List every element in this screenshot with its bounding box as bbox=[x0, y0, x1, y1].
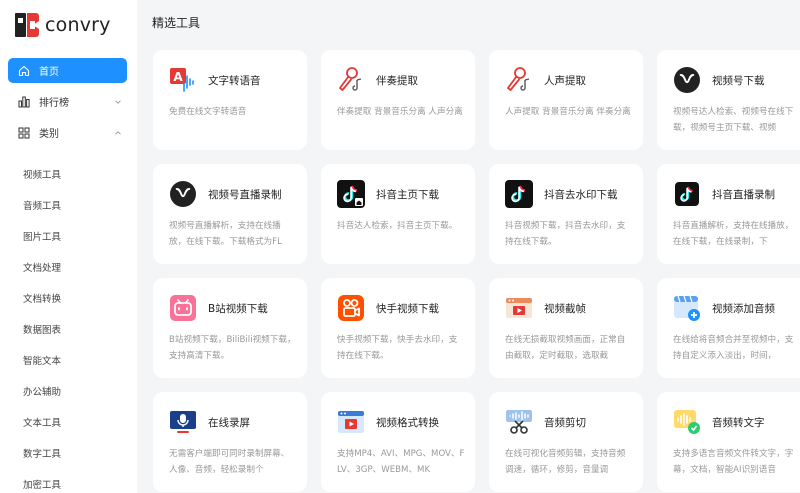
card-title: 视频格式转换 bbox=[376, 417, 439, 429]
channels-icon bbox=[673, 66, 701, 94]
tool-card[interactable]: 视频截帧 在线无损截取视频画面，正常自由截取，定时截取，选取截 bbox=[489, 278, 643, 378]
tiktok-home-icon bbox=[337, 180, 365, 208]
video-add-audio-icon bbox=[673, 294, 701, 322]
home-icon bbox=[17, 64, 30, 77]
nav-category[interactable]: 类别 bbox=[8, 120, 127, 145]
channels-icon bbox=[169, 180, 197, 208]
card-desc: 在线给将音频合并至视频中，支持自定义添入淡出，时间， bbox=[673, 335, 794, 361]
card-title: 文字转语音 bbox=[208, 75, 261, 87]
category-item[interactable]: 文本工具 bbox=[0, 406, 137, 437]
card-desc: 无需客户端即可同时录制屏幕、人像、音频，轻松录制个 bbox=[169, 449, 290, 475]
tool-card[interactable]: 在线录屏 无需客户端即可同时录制屏幕、人像、音频，轻松录制个 bbox=[153, 392, 307, 492]
category-item[interactable]: 文档处理 bbox=[0, 251, 137, 282]
card-desc: 抖音达人检索，抖音主页下载。 bbox=[337, 221, 458, 231]
text-to-speech-icon: A bbox=[169, 66, 197, 94]
logo[interactable]: convry bbox=[14, 10, 111, 40]
section-title: 精选工具 bbox=[152, 16, 201, 30]
convry-logo-icon bbox=[14, 12, 40, 38]
card-desc: 人声提取 背景音乐分离 伴奏分离 bbox=[505, 107, 631, 117]
tool-card[interactable]: 音频转文字 支持多语言音频文件转文字，字幕，文档，智能AI识别语音 bbox=[657, 392, 800, 492]
card-desc: 伴奏提取 背景音乐分离 人声分离 bbox=[337, 107, 463, 117]
card-desc: 快手视频下载，快手去水印，支持在线下载。 bbox=[337, 335, 458, 361]
brand-name: convry bbox=[45, 14, 111, 36]
microphone-icon bbox=[505, 66, 533, 94]
card-desc: 支持多语言音频文件转文字，字幕，文档，智能AI识别语音 bbox=[673, 449, 794, 475]
nav-home-label: 首页 bbox=[39, 67, 59, 78]
tool-card[interactable]: 视频号直播录制 视频号直播解析，支持在线播放，在线下载。下载格式为FL bbox=[153, 164, 307, 264]
tool-card[interactable]: 音频剪切 在线可视化音频剪辑，支持音频调速，循环，修剪，音量调 bbox=[489, 392, 643, 492]
sidebar: convry 首页 排行榜 类别 视频工具 音频工具 图片工具 文档处理 文档转… bbox=[0, 0, 137, 493]
card-title: 抖音去水印下载 bbox=[544, 189, 618, 201]
main-nav: 首页 排行榜 类别 bbox=[8, 58, 127, 151]
card-title: 伴奏提取 bbox=[376, 75, 418, 87]
category-item[interactable]: 智能文本 bbox=[0, 344, 137, 375]
nav-category-label: 类别 bbox=[39, 129, 59, 140]
nav-ranking[interactable]: 排行榜 bbox=[8, 89, 127, 114]
tool-card[interactable]: 快手视频下载 快手视频下载，快手去水印，支持在线下载。 bbox=[321, 278, 475, 378]
tool-card[interactable]: 伴奏提取 伴奏提取 背景音乐分离 人声分离 bbox=[321, 50, 475, 150]
tool-card[interactable]: 视频格式转换 支持MP4、AVI、MPG、MOV、FLV、3GP、WEBM、MK bbox=[321, 392, 475, 492]
card-title: B站视频下载 bbox=[208, 303, 268, 315]
video-convert-icon bbox=[337, 408, 365, 436]
card-desc: 支持MP4、AVI、MPG、MOV、FLV、3GP、WEBM、MK bbox=[337, 449, 465, 475]
category-item[interactable]: 音频工具 bbox=[0, 189, 137, 220]
card-desc: B站视频下载，BiliBili视频下载，支持高清下载。 bbox=[169, 335, 296, 361]
card-title: 视频添加音频 bbox=[712, 303, 775, 315]
grid-icon bbox=[17, 126, 30, 139]
nav-ranking-label: 排行榜 bbox=[39, 98, 69, 109]
nav-home[interactable]: 首页 bbox=[8, 58, 127, 83]
card-desc: 在线无损截取视频画面，正常自由截取，定时截取，选取截 bbox=[505, 335, 626, 361]
chevron-down-icon bbox=[113, 97, 123, 107]
microphone-icon bbox=[337, 66, 365, 94]
card-title: 视频号直播录制 bbox=[208, 189, 282, 201]
tool-card[interactable]: 抖音主页下载 抖音达人检索，抖音主页下载。 bbox=[321, 164, 475, 264]
card-desc: 视频号直播解析，支持在线播放，在线下载。下载格式为FL bbox=[169, 221, 282, 247]
card-desc: 在线可视化音频剪辑，支持音频调速，循环，修剪，音量调 bbox=[505, 449, 626, 475]
screen-record-icon bbox=[169, 408, 197, 436]
tool-card[interactable]: 抖音直播录制 抖音直播解析，支持在线播放，在线下载，在线录制，下 bbox=[657, 164, 800, 264]
card-desc: 视频号达人检索、视频号在线下载，视频号主页下载、视频 bbox=[673, 107, 794, 133]
category-item[interactable]: 数字工具 bbox=[0, 437, 137, 468]
category-item[interactable]: 办公辅助 bbox=[0, 375, 137, 406]
card-title: 音频剪切 bbox=[544, 417, 586, 429]
video-frame-icon bbox=[505, 294, 533, 322]
tiktok-icon bbox=[505, 180, 533, 208]
tool-card[interactable]: 视频添加音频 在线给将音频合并至视频中，支持自定义添入淡出，时间， bbox=[657, 278, 800, 378]
card-title: 快手视频下载 bbox=[376, 303, 439, 315]
tool-card[interactable]: A 文字转语音 免费在线文字转语音 bbox=[153, 50, 307, 150]
category-item[interactable]: 数据图表 bbox=[0, 313, 137, 344]
category-item[interactable]: 视频工具 bbox=[0, 158, 137, 189]
card-title: 抖音直播录制 bbox=[712, 189, 775, 201]
tool-card[interactable]: 视频号下载 视频号达人检索、视频号在线下载，视频号主页下载、视频 bbox=[657, 50, 800, 150]
category-item[interactable]: 加密工具 bbox=[0, 468, 137, 493]
svg-text:A: A bbox=[173, 70, 183, 84]
category-list: 视频工具 音频工具 图片工具 文档处理 文档转换 数据图表 智能文本 办公辅助 … bbox=[0, 158, 137, 493]
card-title: 抖音主页下载 bbox=[376, 189, 439, 201]
card-title: 在线录屏 bbox=[208, 417, 250, 429]
card-desc: 抖音视频下载，抖音去水印，支持在线下载。 bbox=[505, 221, 626, 247]
tool-card[interactable]: 抖音去水印下载 抖音视频下载，抖音去水印，支持在线下载。 bbox=[489, 164, 643, 264]
card-desc: 抖音直播解析，支持在线播放，在线下载，在线录制，下 bbox=[673, 221, 794, 247]
card-title: 视频号下载 bbox=[712, 75, 765, 87]
category-item[interactable]: 图片工具 bbox=[0, 220, 137, 251]
audio-to-text-icon bbox=[673, 408, 701, 436]
chevron-up-icon bbox=[113, 128, 123, 138]
card-title: 人声提取 bbox=[544, 75, 586, 87]
tool-card[interactable]: B站视频下载 B站视频下载，BiliBili视频下载，支持高清下载。 bbox=[153, 278, 307, 378]
category-item[interactable]: 文档转换 bbox=[0, 282, 137, 313]
kuaishou-icon bbox=[337, 294, 365, 322]
audio-cut-icon bbox=[505, 408, 533, 436]
card-title: 视频截帧 bbox=[544, 303, 586, 315]
bar-chart-icon bbox=[17, 95, 30, 108]
tiktok-icon bbox=[673, 180, 701, 208]
bilibili-icon bbox=[169, 294, 197, 322]
tool-card[interactable]: 人声提取 人声提取 背景音乐分离 伴奏分离 bbox=[489, 50, 643, 150]
card-title: 音频转文字 bbox=[712, 417, 765, 429]
card-desc: 免费在线文字转语音 bbox=[169, 107, 247, 117]
